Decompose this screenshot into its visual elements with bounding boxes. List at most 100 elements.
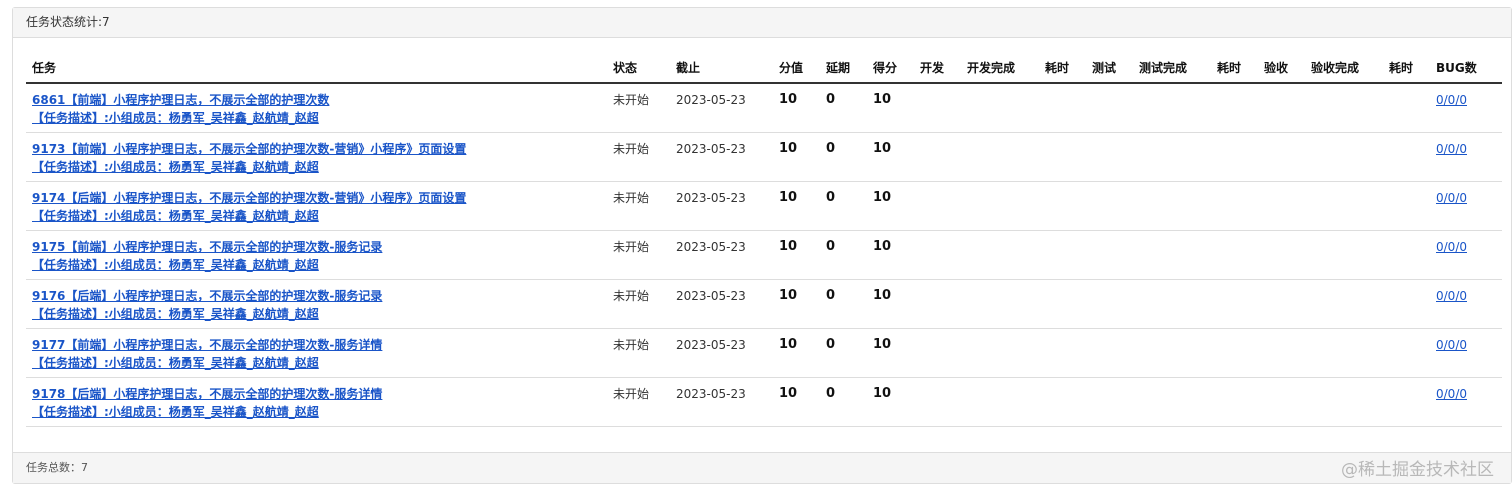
accept-cell: [1258, 377, 1305, 427]
accept-time-cell: [1383, 230, 1430, 280]
accept-done-cell: [1305, 132, 1383, 182]
dev-done-cell: [961, 181, 1039, 231]
accept-cell: [1258, 83, 1305, 133]
deadline-cell: 2023-05-23: [670, 230, 773, 280]
panel-heading: 任务状态统计:7: [13, 8, 1511, 38]
column-header-score: 分值: [773, 53, 820, 84]
accept-time-cell: [1383, 83, 1430, 133]
column-header-task: 任务: [26, 53, 607, 84]
accept-cell: [1258, 328, 1305, 378]
task-desc-link[interactable]: 【任务描述】:小组成员：杨勇军_吴祥鑫_赵航靖_赵超: [32, 256, 607, 274]
accept-time-cell: [1383, 132, 1430, 182]
dev-done-cell: [961, 230, 1039, 280]
bug-count-cell: 0/0/0: [1430, 230, 1502, 280]
status-cell: 未开始: [607, 181, 670, 231]
dev-time-cell: [1039, 181, 1086, 231]
dev-cell: [914, 132, 961, 182]
status-cell: 未开始: [607, 132, 670, 182]
task-title-link[interactable]: 9176【后端】小程序护理日志，不展示全部的护理次数-服务记录: [32, 287, 607, 305]
task-cell: 9176【后端】小程序护理日志，不展示全部的护理次数-服务记录 【任务描述】:小…: [26, 279, 607, 329]
column-header-delay: 延期: [820, 53, 867, 84]
test-time-cell: [1211, 181, 1258, 231]
dev-time-cell: [1039, 230, 1086, 280]
dev-done-cell: [961, 83, 1039, 133]
task-title-link[interactable]: 9177【前端】小程序护理日志，不展示全部的护理次数-服务详情: [32, 336, 607, 354]
accept-cell: [1258, 132, 1305, 182]
task-desc-link[interactable]: 【任务描述】:小组成员：杨勇军_吴祥鑫_赵航靖_赵超: [32, 158, 607, 176]
accept-time-cell: [1383, 181, 1430, 231]
task-cell: 9175【前端】小程序护理日志，不展示全部的护理次数-服务记录 【任务描述】:小…: [26, 230, 607, 280]
accept-done-cell: [1305, 328, 1383, 378]
delay-cell: 0: [820, 181, 867, 231]
test-cell: [1086, 377, 1133, 427]
dev-cell: [914, 279, 961, 329]
bug-count-link[interactable]: 0/0/0: [1436, 93, 1467, 107]
status-cell: 未开始: [607, 328, 670, 378]
task-title-link[interactable]: 9174【后端】小程序护理日志，不展示全部的护理次数-营销》小程序》页面设置: [32, 189, 607, 207]
status-cell: 未开始: [607, 377, 670, 427]
got-score-cell: 10: [867, 377, 914, 427]
test-cell: [1086, 328, 1133, 378]
score-cell: 10: [773, 83, 820, 133]
dev-time-cell: [1039, 377, 1086, 427]
table-header-row: 任务 状态 截止 分值 延期 得分 开发 开发完成 耗时 测试 测试完成 耗时 …: [26, 53, 1502, 84]
task-table: 任务 状态 截止 分值 延期 得分 开发 开发完成 耗时 测试 测试完成 耗时 …: [26, 53, 1502, 427]
bug-count-cell: 0/0/0: [1430, 377, 1502, 427]
bug-count-link[interactable]: 0/0/0: [1436, 338, 1467, 352]
task-desc-link[interactable]: 【任务描述】:小组成员：杨勇军_吴祥鑫_赵航靖_赵超: [32, 207, 607, 225]
deadline-cell: 2023-05-23: [670, 132, 773, 182]
table-row: 9177【前端】小程序护理日志，不展示全部的护理次数-服务详情 【任务描述】:小…: [26, 328, 1502, 378]
delay-cell: 0: [820, 132, 867, 182]
score-cell: 10: [773, 279, 820, 329]
dev-done-cell: [961, 279, 1039, 329]
test-done-cell: [1133, 181, 1211, 231]
accept-time-cell: [1383, 377, 1430, 427]
test-done-cell: [1133, 230, 1211, 280]
bug-count-link[interactable]: 0/0/0: [1436, 240, 1467, 254]
task-title-link[interactable]: 9173【前端】小程序护理日志，不展示全部的护理次数-营销》小程序》页面设置: [32, 140, 607, 158]
score-cell: 10: [773, 132, 820, 182]
score-cell: 10: [773, 328, 820, 378]
task-desc-link[interactable]: 【任务描述】:小组成员：杨勇军_吴祥鑫_赵航靖_赵超: [32, 109, 607, 127]
accept-cell: [1258, 181, 1305, 231]
score-cell: 10: [773, 230, 820, 280]
column-header-dev: 开发: [914, 53, 961, 84]
dev-cell: [914, 328, 961, 378]
accept-done-cell: [1305, 279, 1383, 329]
task-stats-panel: 任务状态统计:7 任务 状态 截止 分值 延期 得分 开发 开发完成 耗时 测试…: [12, 7, 1512, 484]
delay-cell: 0: [820, 328, 867, 378]
bug-count-link[interactable]: 0/0/0: [1436, 191, 1467, 205]
task-desc-link[interactable]: 【任务描述】:小组成员：杨勇军_吴祥鑫_赵航靖_赵超: [32, 403, 607, 421]
score-cell: 10: [773, 181, 820, 231]
test-time-cell: [1211, 83, 1258, 133]
status-cell: 未开始: [607, 230, 670, 280]
table-row: 9178【后端】小程序护理日志，不展示全部的护理次数-服务详情 【任务描述】:小…: [26, 377, 1502, 427]
task-title-link[interactable]: 9178【后端】小程序护理日志，不展示全部的护理次数-服务详情: [32, 385, 607, 403]
column-header-dev-done: 开发完成: [961, 53, 1039, 84]
task-cell: 9178【后端】小程序护理日志，不展示全部的护理次数-服务详情 【任务描述】:小…: [26, 377, 607, 427]
accept-done-cell: [1305, 83, 1383, 133]
dev-time-cell: [1039, 132, 1086, 182]
got-score-cell: 10: [867, 279, 914, 329]
deadline-cell: 2023-05-23: [670, 279, 773, 329]
test-time-cell: [1211, 132, 1258, 182]
task-cell: 9177【前端】小程序护理日志，不展示全部的护理次数-服务详情 【任务描述】:小…: [26, 328, 607, 378]
column-header-got-score: 得分: [867, 53, 914, 84]
test-done-cell: [1133, 279, 1211, 329]
column-header-test-time: 耗时: [1211, 53, 1258, 84]
task-title-link[interactable]: 9175【前端】小程序护理日志，不展示全部的护理次数-服务记录: [32, 238, 607, 256]
bug-count-link[interactable]: 0/0/0: [1436, 387, 1467, 401]
panel-body: 任务 状态 截止 分值 延期 得分 开发 开发完成 耗时 测试 测试完成 耗时 …: [26, 53, 1502, 427]
task-desc-link[interactable]: 【任务描述】:小组成员：杨勇军_吴祥鑫_赵航靖_赵超: [32, 354, 607, 372]
bug-count-cell: 0/0/0: [1430, 328, 1502, 378]
bug-count-link[interactable]: 0/0/0: [1436, 289, 1467, 303]
test-time-cell: [1211, 279, 1258, 329]
bug-count-link[interactable]: 0/0/0: [1436, 142, 1467, 156]
test-cell: [1086, 230, 1133, 280]
table-row: 9175【前端】小程序护理日志，不展示全部的护理次数-服务记录 【任务描述】:小…: [26, 230, 1502, 280]
task-title-link[interactable]: 6861【前端】小程序护理日志，不展示全部的护理次数: [32, 91, 607, 109]
task-desc-link[interactable]: 【任务描述】:小组成员：杨勇军_吴祥鑫_赵航靖_赵超: [32, 305, 607, 323]
test-done-cell: [1133, 377, 1211, 427]
column-header-dev-time: 耗时: [1039, 53, 1086, 84]
got-score-cell: 10: [867, 132, 914, 182]
